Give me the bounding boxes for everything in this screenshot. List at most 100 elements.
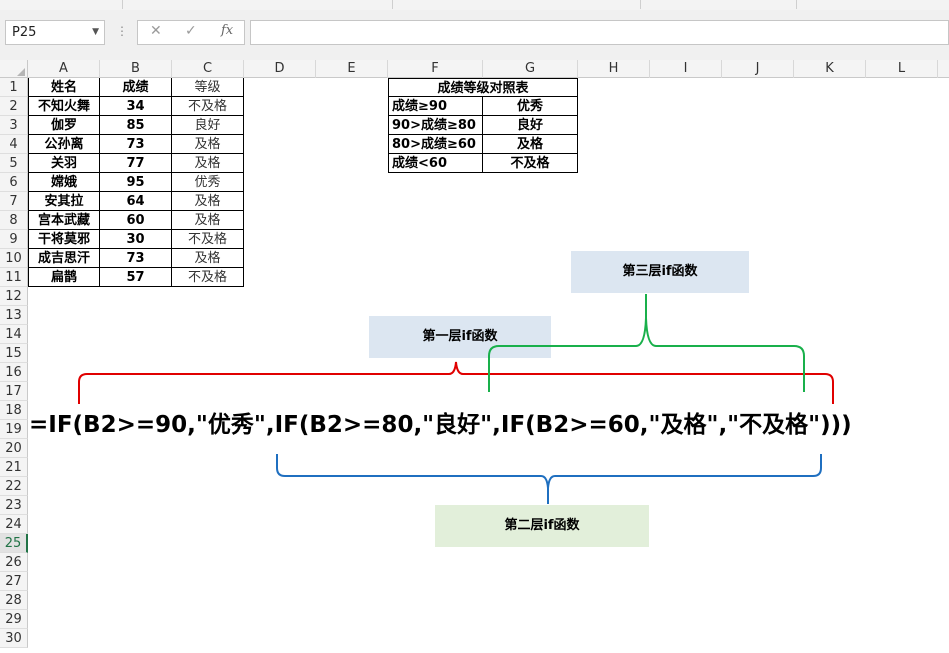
row-header-25[interactable]: 25 xyxy=(0,534,28,553)
row-header-17[interactable]: 17 xyxy=(0,382,28,401)
row-header-11[interactable]: 11 xyxy=(0,268,28,287)
table-cell[interactable]: 64 xyxy=(100,192,172,211)
lookup-grade-cell[interactable]: 及格 xyxy=(483,135,578,154)
ribbon-divider xyxy=(392,0,393,9)
name-box[interactable]: P25 ▼ xyxy=(5,20,105,45)
row-header-8[interactable]: 8 xyxy=(0,211,28,230)
cancel-icon[interactable]: ✕ xyxy=(150,23,162,39)
row-header-14[interactable]: 14 xyxy=(0,325,28,344)
row-header-26[interactable]: 26 xyxy=(0,553,28,572)
column-header-k[interactable]: K xyxy=(794,60,866,78)
table-cell[interactable]: 73 xyxy=(100,249,172,268)
enter-icon[interactable]: ✓ xyxy=(185,23,197,39)
row-header-4[interactable]: 4 xyxy=(0,135,28,154)
more-options-icon[interactable]: ⋮ xyxy=(116,24,128,38)
ribbon-divider xyxy=(796,0,797,9)
column-header-c[interactable]: C xyxy=(172,60,244,78)
row-header-18[interactable]: 18 xyxy=(0,401,28,420)
row-header-23[interactable]: 23 xyxy=(0,496,28,515)
column-header-a[interactable]: A xyxy=(28,60,100,78)
table-cell[interactable]: 宫本武藏 xyxy=(28,211,100,230)
table-header-cell[interactable]: 等级 xyxy=(172,78,244,97)
table-cell[interactable]: 及格 xyxy=(172,192,244,211)
row-header-28[interactable]: 28 xyxy=(0,591,28,610)
row-header-5[interactable]: 5 xyxy=(0,154,28,173)
table-cell[interactable]: 及格 xyxy=(172,211,244,230)
row-header-16[interactable]: 16 xyxy=(0,363,28,382)
table-cell[interactable]: 及格 xyxy=(172,154,244,173)
row-header-22[interactable]: 22 xyxy=(0,477,28,496)
table-cell[interactable]: 57 xyxy=(100,268,172,287)
row-header-6[interactable]: 6 xyxy=(0,173,28,192)
row-header-10[interactable]: 10 xyxy=(0,249,28,268)
lookup-table-title[interactable]: 成绩等级对照表 xyxy=(388,78,578,97)
table-cell[interactable]: 优秀 xyxy=(172,173,244,192)
table-cell[interactable]: 不及格 xyxy=(172,97,244,116)
row-header-12[interactable]: 12 xyxy=(0,287,28,306)
table-cell[interactable]: 成吉思汗 xyxy=(28,249,100,268)
second-layer-label: 第二层if函数 xyxy=(504,518,580,533)
table-cell[interactable]: 60 xyxy=(100,211,172,230)
row-header-2[interactable]: 2 xyxy=(0,97,28,116)
row-header-29[interactable]: 29 xyxy=(0,610,28,629)
table-cell[interactable]: 公孙离 xyxy=(28,135,100,154)
row-header-24[interactable]: 24 xyxy=(0,515,28,534)
table-cell[interactable]: 干将莫邪 xyxy=(28,230,100,249)
table-cell[interactable]: 及格 xyxy=(172,249,244,268)
column-header-i[interactable]: I xyxy=(650,60,722,78)
column-header-l[interactable]: L xyxy=(866,60,938,78)
column-header-g[interactable]: G xyxy=(483,60,578,78)
chevron-down-icon[interactable]: ▼ xyxy=(92,21,99,44)
table-cell[interactable]: 不知火舞 xyxy=(28,97,100,116)
table-cell[interactable]: 77 xyxy=(100,154,172,173)
row-header-7[interactable]: 7 xyxy=(0,192,28,211)
column-header-d[interactable]: D xyxy=(244,60,316,78)
column-header-h[interactable]: H xyxy=(578,60,650,78)
lookup-condition-cell[interactable]: 成绩<60 xyxy=(388,154,483,173)
lookup-condition-cell[interactable]: 成绩≥90 xyxy=(388,97,483,116)
second-layer-brace xyxy=(276,454,822,504)
insert-function-icon[interactable]: fx xyxy=(221,23,233,38)
table-cell[interactable]: 扁鹊 xyxy=(28,268,100,287)
row-header-19[interactable]: 19 xyxy=(0,420,28,439)
column-header-b[interactable]: B xyxy=(100,60,172,78)
column-header-j[interactable]: J xyxy=(722,60,794,78)
row-header-30[interactable]: 30 xyxy=(0,629,28,648)
table-cell[interactable]: 34 xyxy=(100,97,172,116)
table-cell[interactable]: 30 xyxy=(100,230,172,249)
column-header-f[interactable]: F xyxy=(388,60,483,78)
select-all-corner[interactable] xyxy=(0,60,28,78)
row-header-3[interactable]: 3 xyxy=(0,116,28,135)
first-layer-label: 第一层if函数 xyxy=(422,329,498,344)
table-header-cell[interactable]: 成绩 xyxy=(100,78,172,97)
table-cell[interactable]: 85 xyxy=(100,116,172,135)
lookup-grade-cell[interactable]: 优秀 xyxy=(483,97,578,116)
table-cell[interactable]: 关羽 xyxy=(28,154,100,173)
lookup-condition-cell[interactable]: 90>成绩≥80 xyxy=(388,116,483,135)
row-header-27[interactable]: 27 xyxy=(0,572,28,591)
table-cell[interactable]: 良好 xyxy=(172,116,244,135)
lookup-condition-cell[interactable]: 80>成绩≥60 xyxy=(388,135,483,154)
column-header-e[interactable]: E xyxy=(316,60,388,78)
table-cell[interactable]: 不及格 xyxy=(172,230,244,249)
table-cell[interactable]: 95 xyxy=(100,173,172,192)
first-layer-brace xyxy=(78,361,834,404)
table-cell[interactable]: 不及格 xyxy=(172,268,244,287)
row-header-20[interactable]: 20 xyxy=(0,439,28,458)
table-cell[interactable]: 及格 xyxy=(172,135,244,154)
table-header-cell[interactable]: 姓名 xyxy=(28,78,100,97)
lookup-grade-cell[interactable]: 不及格 xyxy=(483,154,578,173)
third-layer-label-box: 第三层if函数 xyxy=(571,251,749,293)
row-header-13[interactable]: 13 xyxy=(0,306,28,325)
row-header-21[interactable]: 21 xyxy=(0,458,28,477)
row-header-9[interactable]: 9 xyxy=(0,230,28,249)
table-cell[interactable]: 安其拉 xyxy=(28,192,100,211)
row-header-1[interactable]: 1 xyxy=(0,78,28,97)
first-layer-label-box: 第一层if函数 xyxy=(369,316,551,358)
lookup-grade-cell[interactable]: 良好 xyxy=(483,116,578,135)
table-cell[interactable]: 73 xyxy=(100,135,172,154)
row-header-15[interactable]: 15 xyxy=(0,344,28,363)
formula-input[interactable] xyxy=(250,20,949,45)
table-cell[interactable]: 伽罗 xyxy=(28,116,100,135)
table-cell[interactable]: 嫦娥 xyxy=(28,173,100,192)
